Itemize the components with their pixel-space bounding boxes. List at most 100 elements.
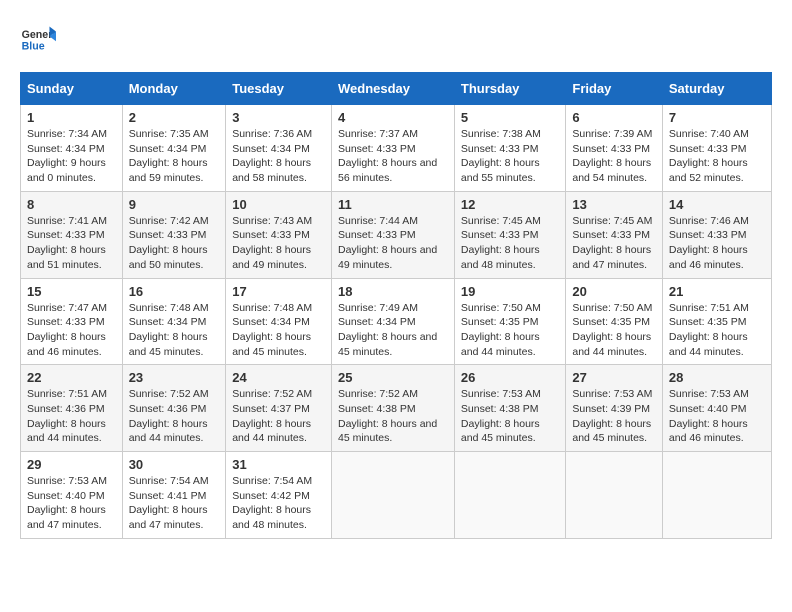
week-row-5: 29 Sunrise: 7:53 AM Sunset: 4:40 PM Dayli…: [21, 452, 772, 539]
day-info: Sunrise: 7:53 AM Sunset: 4:40 PM Dayligh…: [27, 474, 116, 533]
day-info: Sunrise: 7:52 AM Sunset: 4:36 PM Dayligh…: [129, 387, 220, 446]
day-info: Sunrise: 7:35 AM Sunset: 4:34 PM Dayligh…: [129, 127, 220, 186]
day-cell: 8 Sunrise: 7:41 AM Sunset: 4:33 PM Daylig…: [21, 191, 123, 278]
logo: General Blue: [20, 20, 56, 56]
day-number: 9: [129, 197, 220, 212]
day-number: 29: [27, 457, 116, 472]
day-info: Sunrise: 7:41 AM Sunset: 4:33 PM Dayligh…: [27, 214, 116, 273]
col-header-tuesday: Tuesday: [226, 73, 332, 105]
day-info: Sunrise: 7:52 AM Sunset: 4:37 PM Dayligh…: [232, 387, 325, 446]
day-number: 14: [669, 197, 765, 212]
day-cell: 21 Sunrise: 7:51 AM Sunset: 4:35 PM Dayli…: [662, 278, 771, 365]
day-info: Sunrise: 7:42 AM Sunset: 4:33 PM Dayligh…: [129, 214, 220, 273]
day-cell: 12Sunrise: 7:45 AM Sunset: 4:33 PM Dayli…: [454, 191, 565, 278]
day-number: 6: [572, 110, 656, 125]
day-cell: 7 Sunrise: 7:40 AM Sunset: 4:33 PM Daylig…: [662, 105, 771, 192]
day-info: Sunrise: 7:52 AM Sunset: 4:38 PM Dayligh…: [338, 387, 448, 446]
week-row-3: 15 Sunrise: 7:47 AM Sunset: 4:33 PM Dayli…: [21, 278, 772, 365]
day-number: 12: [461, 197, 559, 212]
day-number: 30: [129, 457, 220, 472]
day-info: Sunrise: 7:46 AM Sunset: 4:33 PM Dayligh…: [669, 214, 765, 273]
week-row-4: 22 Sunrise: 7:51 AM Sunset: 4:36 PM Dayli…: [21, 365, 772, 452]
day-number: 4: [338, 110, 448, 125]
col-header-sunday: Sunday: [21, 73, 123, 105]
day-info: Sunrise: 7:48 AM Sunset: 4:34 PM Dayligh…: [129, 301, 220, 360]
day-cell: [566, 452, 663, 539]
day-cell: 13 Sunrise: 7:45 AM Sunset: 4:33 PM Dayli…: [566, 191, 663, 278]
day-number: 10: [232, 197, 325, 212]
col-header-saturday: Saturday: [662, 73, 771, 105]
day-number: 5: [461, 110, 559, 125]
day-info: Sunrise: 7:45 AM Sunset: 4:33 PM Dayligh…: [572, 214, 656, 273]
day-number: 19: [461, 284, 559, 299]
day-cell: 27 Sunrise: 7:53 AM Sunset: 4:39 PM Dayli…: [566, 365, 663, 452]
day-info: Sunrise: 7:54 AM Sunset: 4:41 PM Dayligh…: [129, 474, 220, 533]
day-cell: [662, 452, 771, 539]
day-cell: 5 Sunrise: 7:38 AM Sunset: 4:33 PM Daylig…: [454, 105, 565, 192]
col-header-thursday: Thursday: [454, 73, 565, 105]
day-number: 1: [27, 110, 116, 125]
day-cell: 9 Sunrise: 7:42 AM Sunset: 4:33 PM Daylig…: [122, 191, 226, 278]
day-number: 21: [669, 284, 765, 299]
day-cell: 15 Sunrise: 7:47 AM Sunset: 4:33 PM Dayli…: [21, 278, 123, 365]
day-number: 25: [338, 370, 448, 385]
day-info: Sunrise: 7:50 AM Sunset: 4:35 PM Dayligh…: [572, 301, 656, 360]
day-number: 7: [669, 110, 765, 125]
day-info: Sunrise: 7:39 AM Sunset: 4:33 PM Dayligh…: [572, 127, 656, 186]
day-number: 31: [232, 457, 325, 472]
day-info: Sunrise: 7:54 AM Sunset: 4:42 PM Dayligh…: [232, 474, 325, 533]
day-number: 24: [232, 370, 325, 385]
day-cell: 22 Sunrise: 7:51 AM Sunset: 4:36 PM Dayli…: [21, 365, 123, 452]
day-number: 13: [572, 197, 656, 212]
day-info: Sunrise: 7:48 AM Sunset: 4:34 PM Dayligh…: [232, 301, 325, 360]
day-info: Sunrise: 7:51 AM Sunset: 4:35 PM Dayligh…: [669, 301, 765, 360]
day-info: Sunrise: 7:53 AM Sunset: 4:39 PM Dayligh…: [572, 387, 656, 446]
day-info: Sunrise: 7:37 AM Sunset: 4:33 PM Dayligh…: [338, 127, 448, 186]
day-cell: 14 Sunrise: 7:46 AM Sunset: 4:33 PM Dayli…: [662, 191, 771, 278]
day-cell: [331, 452, 454, 539]
day-cell: 3Sunrise: 7:36 AM Sunset: 4:34 PM Daylig…: [226, 105, 332, 192]
svg-text:Blue: Blue: [22, 40, 45, 52]
day-number: 27: [572, 370, 656, 385]
day-info: Sunrise: 7:51 AM Sunset: 4:36 PM Dayligh…: [27, 387, 116, 446]
day-number: 15: [27, 284, 116, 299]
day-cell: 20 Sunrise: 7:50 AM Sunset: 4:35 PM Dayli…: [566, 278, 663, 365]
day-number: 16: [129, 284, 220, 299]
day-cell: [454, 452, 565, 539]
day-cell: 25 Sunrise: 7:52 AM Sunset: 4:38 PM Dayli…: [331, 365, 454, 452]
day-cell: 4 Sunrise: 7:37 AM Sunset: 4:33 PM Daylig…: [331, 105, 454, 192]
day-info: Sunrise: 7:44 AM Sunset: 4:33 PM Dayligh…: [338, 214, 448, 273]
logo-icon: General Blue: [20, 20, 56, 56]
day-number: 26: [461, 370, 559, 385]
page-header: General Blue: [20, 20, 772, 56]
day-cell: 18Sunrise: 7:49 AM Sunset: 4:34 PM Dayli…: [331, 278, 454, 365]
day-info: Sunrise: 7:40 AM Sunset: 4:33 PM Dayligh…: [669, 127, 765, 186]
day-number: 22: [27, 370, 116, 385]
day-number: 11: [338, 197, 448, 212]
day-cell: 16 Sunrise: 7:48 AM Sunset: 4:34 PM Dayli…: [122, 278, 226, 365]
col-header-friday: Friday: [566, 73, 663, 105]
day-cell: 24 Sunrise: 7:52 AM Sunset: 4:37 PM Dayli…: [226, 365, 332, 452]
day-number: 23: [129, 370, 220, 385]
col-header-monday: Monday: [122, 73, 226, 105]
day-number: 2: [129, 110, 220, 125]
day-cell: 29 Sunrise: 7:53 AM Sunset: 4:40 PM Dayli…: [21, 452, 123, 539]
day-info: Sunrise: 7:47 AM Sunset: 4:33 PM Dayligh…: [27, 301, 116, 360]
calendar-table: SundayMondayTuesdayWednesdayThursdayFrid…: [20, 72, 772, 539]
col-header-wednesday: Wednesday: [331, 73, 454, 105]
day-info: Sunrise: 7:53 AM Sunset: 4:40 PM Dayligh…: [669, 387, 765, 446]
day-info: Sunrise: 7:49 AM Sunset: 4:34 PM Dayligh…: [338, 301, 448, 360]
day-info: Sunrise: 7:36 AM Sunset: 4:34 PM Dayligh…: [232, 127, 325, 186]
day-number: 8: [27, 197, 116, 212]
day-number: 28: [669, 370, 765, 385]
day-cell: 6 Sunrise: 7:39 AM Sunset: 4:33 PM Daylig…: [566, 105, 663, 192]
day-cell: 10Sunrise: 7:43 AM Sunset: 4:33 PM Dayli…: [226, 191, 332, 278]
day-info: Sunrise: 7:38 AM Sunset: 4:33 PM Dayligh…: [461, 127, 559, 186]
day-info: Sunrise: 7:50 AM Sunset: 4:35 PM Dayligh…: [461, 301, 559, 360]
day-cell: 26 Sunrise: 7:53 AM Sunset: 4:38 PM Dayli…: [454, 365, 565, 452]
day-number: 17: [232, 284, 325, 299]
day-info: Sunrise: 7:53 AM Sunset: 4:38 PM Dayligh…: [461, 387, 559, 446]
day-cell: 1Sunrise: 7:34 AM Sunset: 4:34 PM Daylig…: [21, 105, 123, 192]
day-cell: 23 Sunrise: 7:52 AM Sunset: 4:36 PM Dayli…: [122, 365, 226, 452]
day-number: 20: [572, 284, 656, 299]
